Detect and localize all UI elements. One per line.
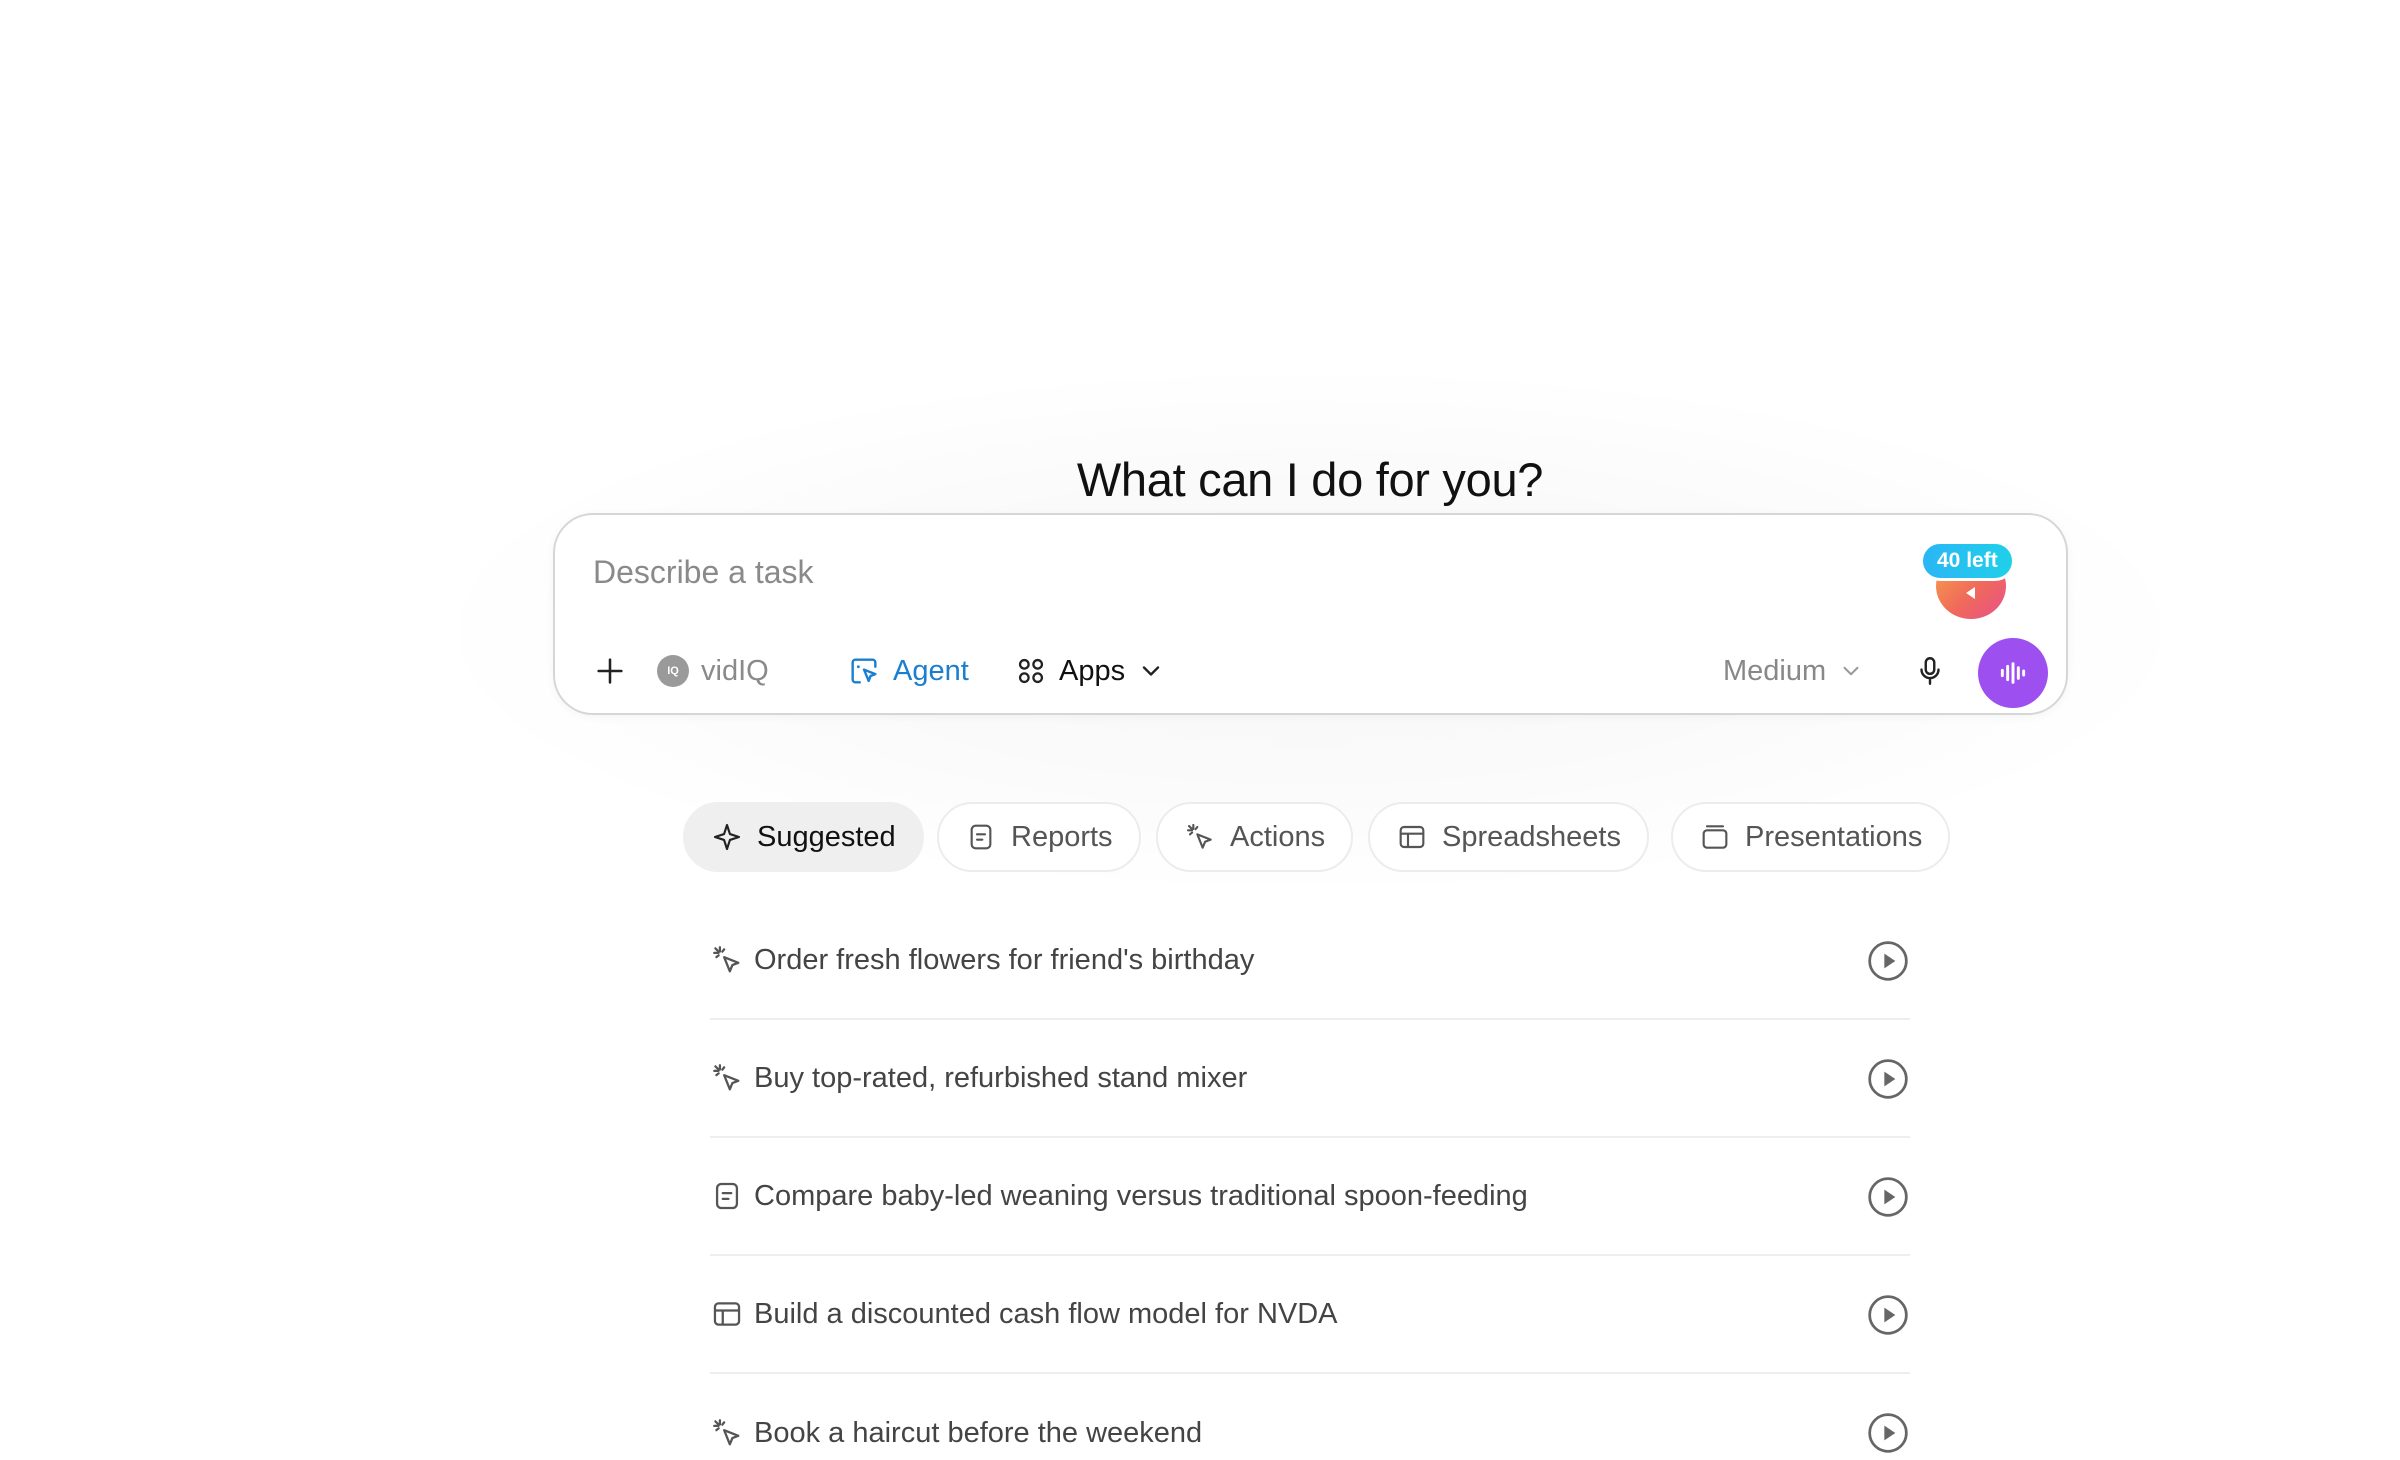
page-heading: What can I do for you? (1076, 453, 1544, 506)
app-stage: What can I do for you? 40 left IQ vidIQ (0, 0, 2400, 1460)
apps-dropdown[interactable]: Apps (1015, 641, 1165, 701)
document-icon (970, 824, 992, 850)
suggestion-item[interactable]: Book a haircut before the weekend (710, 1374, 1910, 1460)
composer-toolbar: IQ vidIQ Agent Apps Medium (593, 638, 2048, 708)
task-composer: 40 left IQ vidIQ Agent (553, 513, 2068, 715)
table-icon (1399, 825, 1425, 849)
suggestion-item[interactable]: Build a discounted cash flow model for N… (710, 1256, 1910, 1374)
table-icon (713, 1302, 741, 1326)
sound-wave-icon (2000, 662, 2026, 684)
suggestion-text: Book a haircut before the weekend (754, 1416, 1203, 1449)
play-icon[interactable] (1866, 1293, 1910, 1337)
tab-reports[interactable]: Reports (937, 802, 1141, 872)
suggestion-text: Buy top-rated, refurbished stand mixer (754, 1061, 1248, 1094)
task-input[interactable] (593, 547, 1793, 597)
tab-suggested[interactable]: Suggested (683, 802, 924, 872)
suggestion-item[interactable]: Buy top-rated, refurbished stand mixer (710, 1020, 1910, 1138)
chevron-down-icon (1142, 666, 1160, 676)
tab-label: Actions (1230, 820, 1326, 853)
tab-label: Spreadsheets (1442, 820, 1621, 853)
vidiq-logo-icon: IQ (657, 655, 689, 687)
add-attachment-button[interactable] (593, 641, 627, 701)
cursor-click-icon (713, 1064, 740, 1091)
agent-label: Agent (893, 654, 969, 687)
apps-grid-icon (1018, 658, 1044, 684)
cursor-click-icon (1186, 823, 1212, 849)
suggestion-item[interactable]: Compare baby-led weaning versus traditio… (710, 1138, 1910, 1256)
agent-mode-button[interactable]: Agent (847, 641, 969, 701)
credits-badge[interactable]: 40 left (1920, 541, 2015, 619)
suggestion-item[interactable]: Order fresh flowers for friend's birthda… (710, 902, 1910, 1020)
agent-cursor-icon (851, 658, 877, 684)
play-icon[interactable] (1866, 1411, 1910, 1455)
credits-left-label: 40 left (1920, 541, 2015, 581)
suggestion-text: Order fresh flowers for friend's birthda… (754, 943, 1255, 976)
suggestion-list: Order fresh flowers for friend's birthda… (710, 902, 1910, 1460)
tab-label: Presentations (1745, 820, 1923, 853)
tab-actions[interactable]: Actions (1156, 802, 1354, 872)
model-label: Medium (1723, 654, 1827, 687)
vidiq-label: vidIQ (701, 654, 769, 687)
tab-label: Suggested (757, 820, 896, 853)
document-icon (715, 1182, 739, 1210)
tab-label: Reports (1011, 820, 1113, 853)
microphone-icon (1920, 657, 1940, 685)
suggestion-text: Build a discounted cash flow model for N… (754, 1297, 1338, 1330)
play-icon[interactable] (1866, 1175, 1910, 1219)
suggestion-text: Compare baby-led weaning versus traditio… (754, 1179, 1528, 1212)
play-icon[interactable] (1866, 939, 1910, 983)
plus-icon (597, 658, 623, 684)
tab-spreadsheets[interactable]: Spreadsheets (1368, 802, 1649, 872)
model-selector[interactable]: Medium (1723, 641, 1864, 701)
cursor-click-icon (713, 1419, 740, 1446)
cursor-click-icon (713, 946, 740, 973)
sparkle-icon (713, 823, 741, 851)
vidiq-connector-button[interactable]: IQ vidIQ (657, 641, 769, 701)
tab-presentations[interactable]: Presentations (1671, 802, 1951, 872)
apps-label: Apps (1059, 654, 1126, 687)
chevron-down-icon (1843, 666, 1859, 676)
voice-mode-button[interactable] (1978, 638, 2048, 708)
play-icon[interactable] (1866, 1057, 1910, 1101)
microphone-button[interactable] (1913, 641, 1947, 701)
slides-icon (1702, 825, 1728, 849)
